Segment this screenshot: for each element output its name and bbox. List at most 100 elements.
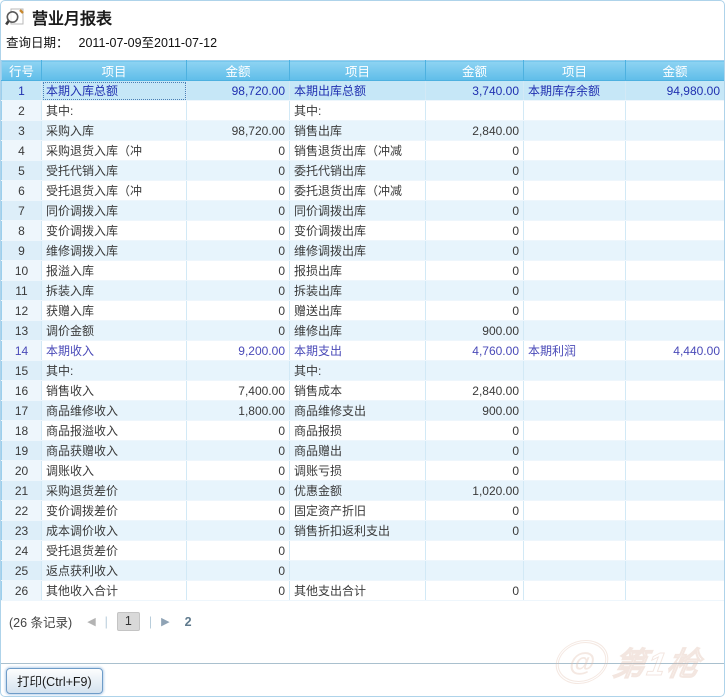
table-row[interactable]: 18商品报溢收入0商品报损0 <box>2 421 725 441</box>
item-cell <box>524 441 626 461</box>
table-row[interactable]: 21采购退货差价0优惠金额1,020.00 <box>2 481 725 501</box>
table-row[interactable]: 12获赠入库0赠送出库0 <box>2 301 725 321</box>
watermark-at-icon: @ <box>552 640 612 684</box>
amount-cell: 4,760.00 <box>426 341 524 361</box>
amount-cell <box>626 361 725 381</box>
table-row[interactable]: 14本期收入9,200.00本期支出4,760.00本期利润4,440.00 <box>2 341 725 361</box>
item-cell <box>524 521 626 541</box>
item-cell <box>524 461 626 481</box>
next-page-icon[interactable]: ▶ <box>161 615 169 628</box>
table-row[interactable]: 2其中:其中: <box>2 101 725 121</box>
item-cell: 报溢入库 <box>42 261 187 281</box>
table-row[interactable]: 17商品维修收入1,800.00商品维修支出900.00 <box>2 401 725 421</box>
amount-cell: 0 <box>187 181 290 201</box>
item-cell <box>524 121 626 141</box>
row-number: 13 <box>2 321 42 341</box>
amount-cell: 0 <box>187 581 290 601</box>
page-2-link[interactable]: 2 <box>185 615 192 629</box>
amount-cell: 4,440.00 <box>626 341 725 361</box>
table-row[interactable]: 4采购退货入库（冲0销售退货出库（冲减0 <box>2 141 725 161</box>
item-cell <box>524 321 626 341</box>
amount-cell <box>626 441 725 461</box>
amount-cell: 0 <box>187 241 290 261</box>
item-cell <box>524 161 626 181</box>
amount-cell: 0 <box>426 301 524 321</box>
item-cell: 本期利润 <box>524 341 626 361</box>
table-row[interactable]: 10报溢入库0报损出库0 <box>2 261 725 281</box>
item-cell: 销售成本 <box>290 381 426 401</box>
row-number: 23 <box>2 521 42 541</box>
print-button[interactable]: 打印(Ctrl+F9) <box>6 668 103 694</box>
item-cell: 维修调拨出库 <box>290 241 426 261</box>
amount-cell: 0 <box>426 201 524 221</box>
item-cell: 调账收入 <box>42 461 187 481</box>
item-cell: 其中: <box>42 101 187 121</box>
report-page: 营业月报表 查询日期：2011-07-09至2011-07-12 行号项目金额项… <box>0 0 725 697</box>
row-number: 8 <box>2 221 42 241</box>
amount-cell: 9,200.00 <box>187 341 290 361</box>
amount-cell <box>626 581 725 601</box>
table-row[interactable]: 26其他收入合计0其他支出合计0 <box>2 581 725 601</box>
table-row[interactable]: 25返点获利收入0 <box>2 561 725 581</box>
table-row[interactable]: 16销售收入7,400.00销售成本2,840.00 <box>2 381 725 401</box>
table-row[interactable]: 15其中:其中: <box>2 361 725 381</box>
table-row[interactable]: 22变价调拨差价0固定资产折旧0 <box>2 501 725 521</box>
watermark-logo: @ 第1枪 <box>552 639 706 685</box>
amount-cell <box>626 201 725 221</box>
amount-cell: 0 <box>187 221 290 241</box>
table-row[interactable]: 3采购入库98,720.00销售出库2,840.00 <box>2 121 725 141</box>
row-number: 6 <box>2 181 42 201</box>
page-header: 营业月报表 <box>1 1 724 27</box>
amount-cell: 0 <box>426 221 524 241</box>
amount-cell <box>426 561 524 581</box>
column-header-5: 项目 <box>524 61 626 81</box>
row-number: 18 <box>2 421 42 441</box>
amount-cell: 0 <box>187 321 290 341</box>
table-row[interactable]: 6受托退货入库（冲0委托退货出库（冲减0 <box>2 181 725 201</box>
amount-cell <box>626 481 725 501</box>
prev-page-icon[interactable]: ◀ <box>87 615 95 628</box>
item-cell <box>524 301 626 321</box>
item-cell <box>524 541 626 561</box>
row-number: 10 <box>2 261 42 281</box>
table-row[interactable]: 23成本调价收入0销售折扣返利支出0 <box>2 521 725 541</box>
column-header-2: 金额 <box>187 61 290 81</box>
amount-cell <box>626 101 725 121</box>
magnifier-report-icon <box>5 8 25 27</box>
item-cell: 调账亏损 <box>290 461 426 481</box>
item-cell <box>524 401 626 421</box>
item-cell: 其他支出合计 <box>290 581 426 601</box>
row-number: 3 <box>2 121 42 141</box>
item-cell: 受托退货差价 <box>42 541 187 561</box>
item-cell: 其中: <box>290 101 426 121</box>
table-row[interactable]: 13调价金额0维修出库900.00 <box>2 321 725 341</box>
amount-cell <box>626 421 725 441</box>
amount-cell: 0 <box>426 281 524 301</box>
item-cell: 商品获赠收入 <box>42 441 187 461</box>
amount-cell <box>626 541 725 561</box>
table-row[interactable]: 9维修调拨入库0维修调拨出库0 <box>2 241 725 261</box>
table-row[interactable]: 1本期入库总额98,720.00本期出库总额3,740.00本期库存余额94,9… <box>2 81 725 101</box>
amount-cell <box>426 101 524 121</box>
table-row[interactable]: 11拆装入库0拆装出库0 <box>2 281 725 301</box>
column-header-6: 金额 <box>626 61 725 81</box>
item-cell <box>524 561 626 581</box>
amount-cell: 0 <box>426 501 524 521</box>
item-cell: 委托代销出库 <box>290 161 426 181</box>
row-number: 2 <box>2 101 42 121</box>
table-row[interactable]: 8变价调拨入库0变价调拨出库0 <box>2 221 725 241</box>
table-row[interactable]: 19商品获赠收入0商品赠出0 <box>2 441 725 461</box>
item-cell: 赠送出库 <box>290 301 426 321</box>
table-row[interactable]: 20调账收入0调账亏损0 <box>2 461 725 481</box>
table-row[interactable]: 7同价调拨入库0同价调拨出库0 <box>2 201 725 221</box>
table-row[interactable]: 5受托代销入库0委托代销出库0 <box>2 161 725 181</box>
amount-cell <box>626 521 725 541</box>
item-cell: 商品维修支出 <box>290 401 426 421</box>
item-cell: 销售出库 <box>290 121 426 141</box>
table-row[interactable]: 24受托退货差价0 <box>2 541 725 561</box>
amount-cell: 3,740.00 <box>426 81 524 101</box>
item-cell: 其中: <box>290 361 426 381</box>
amount-cell <box>626 321 725 341</box>
item-cell: 采购退货差价 <box>42 481 187 501</box>
current-page-indicator[interactable]: 1 <box>117 612 140 631</box>
